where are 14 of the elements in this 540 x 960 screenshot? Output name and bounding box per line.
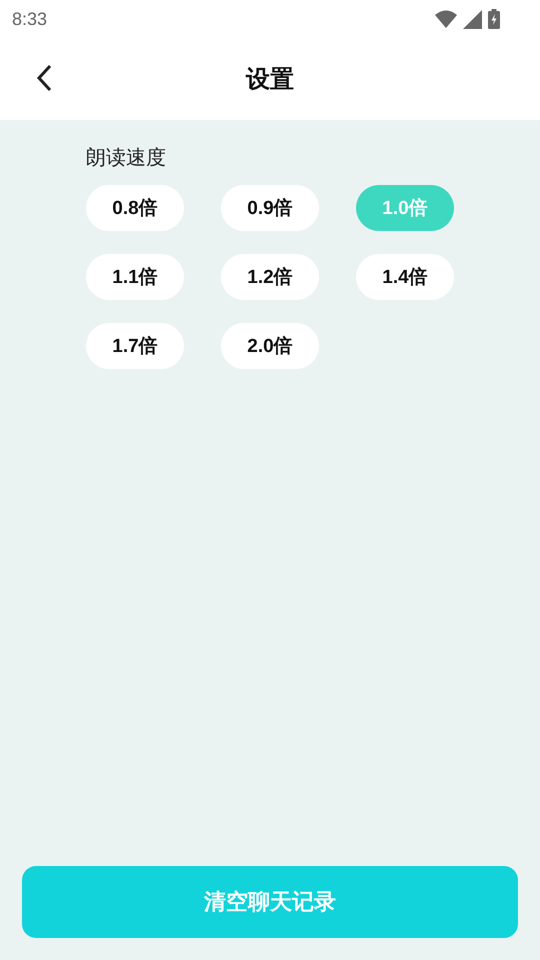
speed-option[interactable]: 1.7倍 <box>86 323 184 369</box>
section-label: 朗读速度 <box>86 144 167 171</box>
back-icon[interactable] <box>36 64 52 92</box>
speed-option[interactable]: 0.8倍 <box>86 185 184 231</box>
signal-icon <box>463 10 482 28</box>
speed-option[interactable]: 1.2倍 <box>221 254 319 300</box>
speed-option[interactable]: 1.4倍 <box>356 254 454 300</box>
speed-option[interactable]: 2.0倍 <box>221 323 319 369</box>
status-time: 8:33 <box>12 8 48 30</box>
speed-option[interactable]: 1.1倍 <box>86 254 184 300</box>
speed-option[interactable]: 0.9倍 <box>221 185 319 231</box>
battery-icon <box>488 9 500 29</box>
wifi-icon <box>435 10 457 28</box>
page-title: 设置 <box>246 64 294 95</box>
